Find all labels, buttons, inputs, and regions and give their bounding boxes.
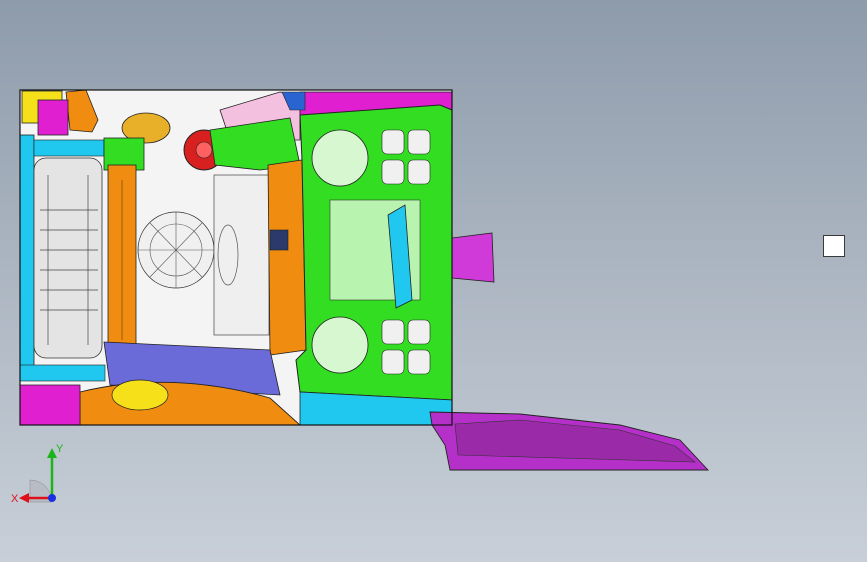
opening-bottom — [311, 316, 369, 374]
center-orange-rail — [267, 159, 307, 356]
cad-viewport[interactable]: Y X — [0, 0, 867, 562]
center-pan — [213, 174, 270, 336]
x-axis-label: X — [11, 493, 19, 505]
left-rail — [19, 134, 35, 381]
rear-crossmember — [19, 364, 106, 382]
magenta-corner — [37, 99, 69, 136]
underbody-model[interactable] — [0, 0, 867, 562]
rail-bracket — [269, 229, 289, 251]
z-axis-icon — [48, 494, 56, 502]
front-crossmember — [33, 139, 105, 157]
opening-top — [311, 129, 369, 187]
axis-triad: Y X — [11, 443, 64, 505]
battery-tray — [33, 157, 103, 359]
rear-yellow-cap — [111, 379, 169, 411]
y-axis-label: Y — [56, 443, 64, 455]
corner-square-widget[interactable] — [823, 235, 845, 257]
magenta-rear-corner — [19, 384, 81, 426]
tunnel-tail — [451, 232, 495, 283]
